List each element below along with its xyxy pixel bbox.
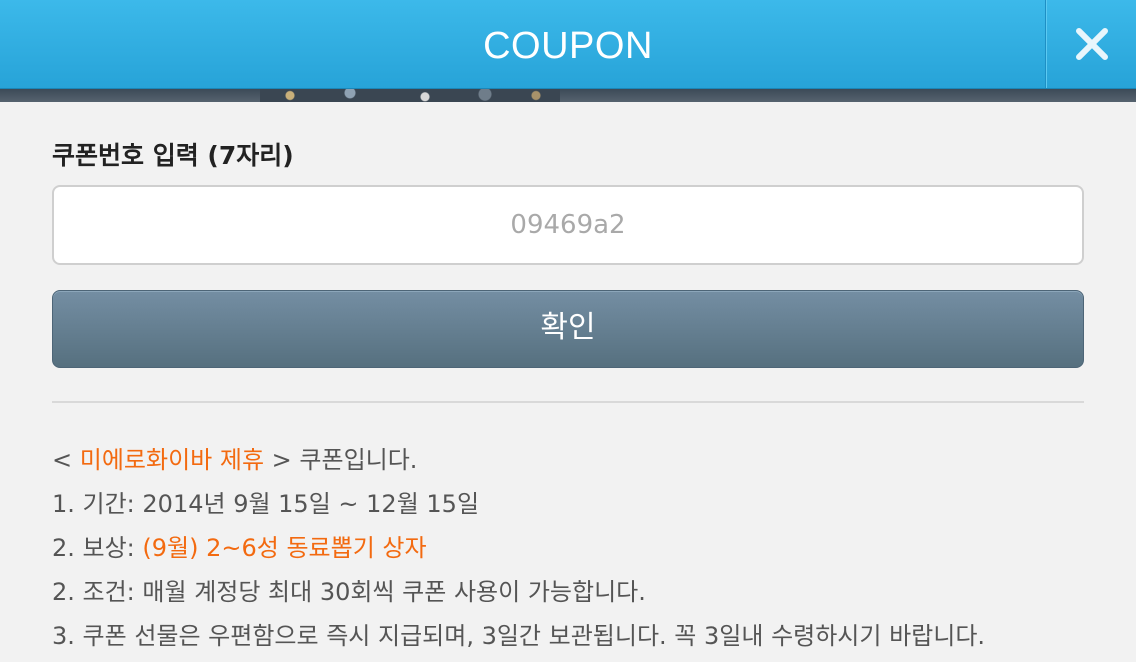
reward-item: (9월) 2~6성 동료뽑기 상자	[142, 534, 427, 562]
coupon-field-label: 쿠폰번호 입력 (7자리)	[52, 141, 294, 170]
header-bar: COUPON	[0, 0, 1136, 89]
partner-suffix: 쿠폰입니다.	[291, 446, 418, 474]
coupon-panel: 쿠폰번호 입력 (7자리) 확인 < 미에로화이바 제휴 > 쿠폰입니다. 1.…	[0, 102, 1136, 650]
confirm-button[interactable]: 확인	[52, 290, 1084, 368]
close-icon[interactable]	[1075, 27, 1109, 61]
partner-name: 미에로화이바 제휴	[79, 446, 265, 474]
bracket-open: <	[52, 446, 80, 474]
bracket-close: >	[264, 446, 292, 474]
reward-prefix: 2. 보상:	[52, 534, 143, 562]
info-line-partner: < 미에로화이바 제휴 > 쿠폰입니다.	[52, 442, 1112, 486]
info-line-delivery: 3. 쿠폰 선물은 우편함으로 즉시 지급되며, 3일간 보관됩니다. 꼭 3일…	[52, 622, 986, 650]
banner-strip	[0, 89, 1136, 102]
close-button[interactable]	[1045, 0, 1136, 88]
divider	[52, 401, 1084, 403]
banner-artwork	[260, 89, 560, 102]
coupon-code-input[interactable]	[52, 185, 1084, 265]
info-line-reward: 2. 보상: (9월) 2~6성 동료뽑기 상자	[52, 530, 1112, 574]
info-line-condition: 2. 조건: 매월 계정당 최대 30회씩 쿠폰 사용이 가능합니다.	[52, 578, 646, 606]
page-title: COUPON	[483, 25, 653, 67]
coupon-info: < 미에로화이바 제휴 > 쿠폰입니다. 1. 기간: 2014년 9월 15일…	[52, 442, 1112, 662]
info-line-period: 1. 기간: 2014년 9월 15일 ~ 12월 15일	[52, 490, 480, 518]
